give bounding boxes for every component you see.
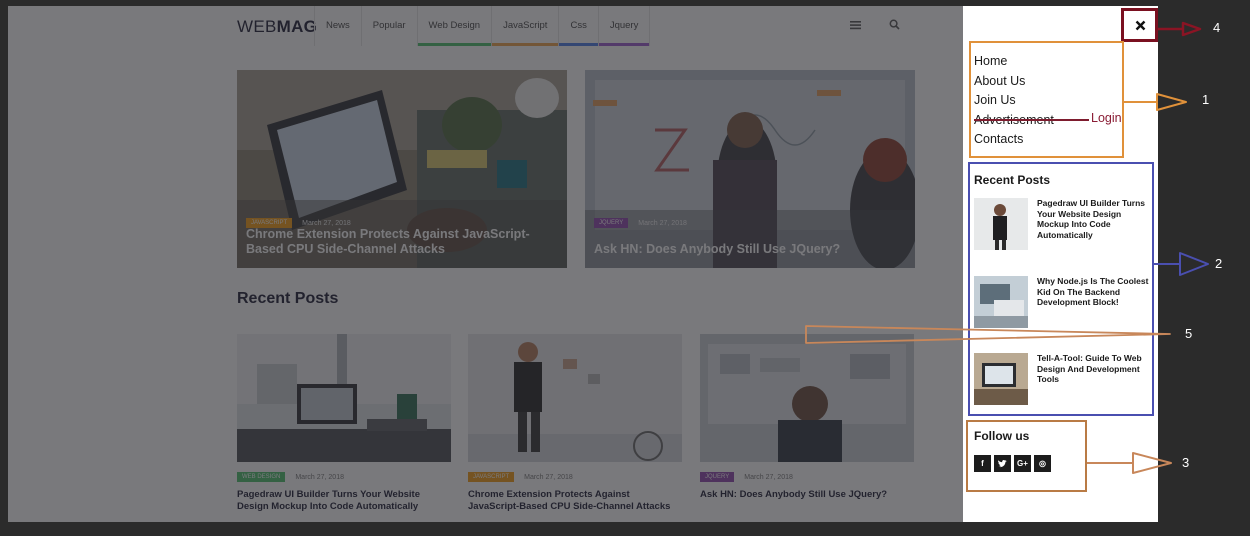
category-badge[interactable]: WEB DESIGN — [237, 472, 286, 482]
nav-popular[interactable]: Popular — [362, 6, 418, 46]
annotation-number-5: 5 — [1185, 326, 1193, 341]
webmag-page: WEBMAG News Popular Web Design JavaScrip… — [8, 6, 963, 522]
annotation-number-1: 1 — [1202, 92, 1210, 107]
post-date: March 27, 2018 — [302, 219, 351, 227]
post-title[interactable]: Chrome Extension Protects Against JavaSc… — [468, 489, 682, 512]
post-card-1[interactable]: WEB DESIGN March 27, 2018 Pagedraw UI Bu… — [237, 334, 451, 512]
post-card-2[interactable]: JAVASCRIPT March 27, 2018 Chrome Extensi… — [468, 334, 682, 512]
nav-underline — [598, 43, 650, 46]
category-badge[interactable]: JAVASCRIPT — [468, 472, 515, 482]
category-badge[interactable]: JQUERY — [700, 472, 735, 482]
post-title[interactable]: Ask HN: Does Anybody Still Use JQuery? — [700, 489, 914, 501]
annotation-box-recent-posts — [968, 162, 1154, 416]
featured-image-whiteboard — [585, 70, 915, 268]
main-nav: News Popular Web Design JavaScript Css J… — [314, 6, 651, 46]
featured-post-1[interactable]: JAVASCRIPT March 27, 2018 Chrome Extensi… — [237, 70, 567, 268]
hamburger-icon[interactable] — [850, 19, 861, 33]
post-meta: JAVASCRIPT March 27, 2018 — [468, 472, 682, 482]
nav-news[interactable]: News — [315, 6, 362, 46]
annotation-box-follow — [966, 420, 1087, 492]
post-thumbnail-office — [237, 334, 451, 462]
post-date: March 27, 2018 — [638, 219, 687, 227]
annotation-box-menu — [969, 41, 1124, 158]
annotation-number-2: 2 — [1215, 256, 1223, 271]
post-date: March 27, 2018 — [295, 473, 344, 481]
category-badge[interactable]: JQUERY — [594, 218, 629, 228]
nav-jquery[interactable]: Jquery — [598, 6, 651, 46]
site-logo[interactable]: WEBMAG — [237, 17, 317, 37]
nav-underline — [559, 43, 598, 46]
post-meta: JQUERY March 27, 2018 — [700, 472, 914, 482]
nav-underline — [417, 43, 492, 46]
post-date: March 27, 2018 — [744, 473, 793, 481]
post-date: March 27, 2018 — [524, 473, 573, 481]
nav-web-design[interactable]: Web Design — [417, 6, 493, 46]
recent-posts-heading: Recent Posts — [237, 290, 339, 307]
post-title[interactable]: Pagedraw UI Builder Turns Your Website D… — [237, 489, 451, 512]
annotation-number-3: 3 — [1182, 455, 1190, 470]
post-meta: JQUERY March 27, 2018 — [594, 218, 687, 228]
post-meta: WEB DESIGN March 27, 2018 — [237, 472, 451, 482]
post-thumbnail-wall — [468, 334, 682, 462]
annotation-box-close — [1121, 8, 1158, 42]
annotation-number-4: 4 — [1213, 20, 1221, 35]
post-card-3[interactable]: JQUERY March 27, 2018 Ask HN: Does Anybo… — [700, 334, 914, 501]
featured-post-2[interactable]: JQUERY March 27, 2018 Ask HN: Does Anybo… — [585, 70, 915, 268]
nav-underline — [492, 43, 559, 46]
search-icon[interactable] — [889, 19, 900, 33]
post-thumbnail-board — [700, 334, 914, 462]
post-title[interactable]: Chrome Extension Protects Against JavaSc… — [246, 227, 557, 257]
nav-javascript[interactable]: JavaScript — [492, 6, 560, 46]
post-title[interactable]: Ask HN: Does Anybody Still Use JQuery? — [594, 242, 905, 257]
nav-css[interactable]: Css — [559, 6, 599, 46]
